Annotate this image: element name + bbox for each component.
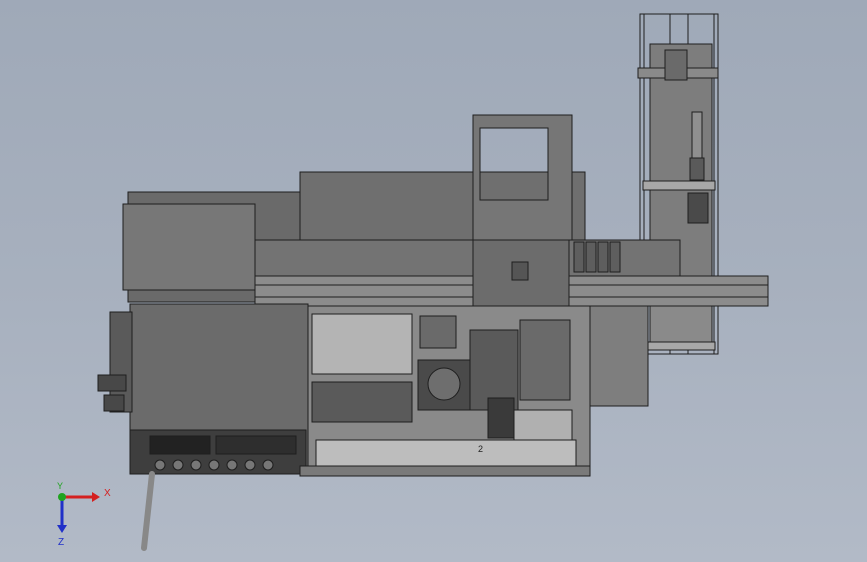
left-top-cover bbox=[122, 203, 256, 291]
y-axis-label: Y bbox=[57, 481, 63, 491]
x-axis-label: X bbox=[104, 488, 111, 499]
y-axis-dot bbox=[58, 493, 66, 501]
tool-post bbox=[487, 397, 515, 439]
lever-handle bbox=[141, 471, 155, 551]
cad-viewport[interactable]: 2 X Y Z bbox=[0, 0, 867, 562]
coordinate-triad: X Y Z bbox=[57, 481, 111, 548]
machine-assembly bbox=[97, 13, 769, 551]
right-base-plate bbox=[589, 305, 649, 407]
base-tray bbox=[315, 439, 577, 467]
z-axis-label: Z bbox=[58, 537, 64, 548]
part-label: 2 bbox=[478, 444, 483, 454]
